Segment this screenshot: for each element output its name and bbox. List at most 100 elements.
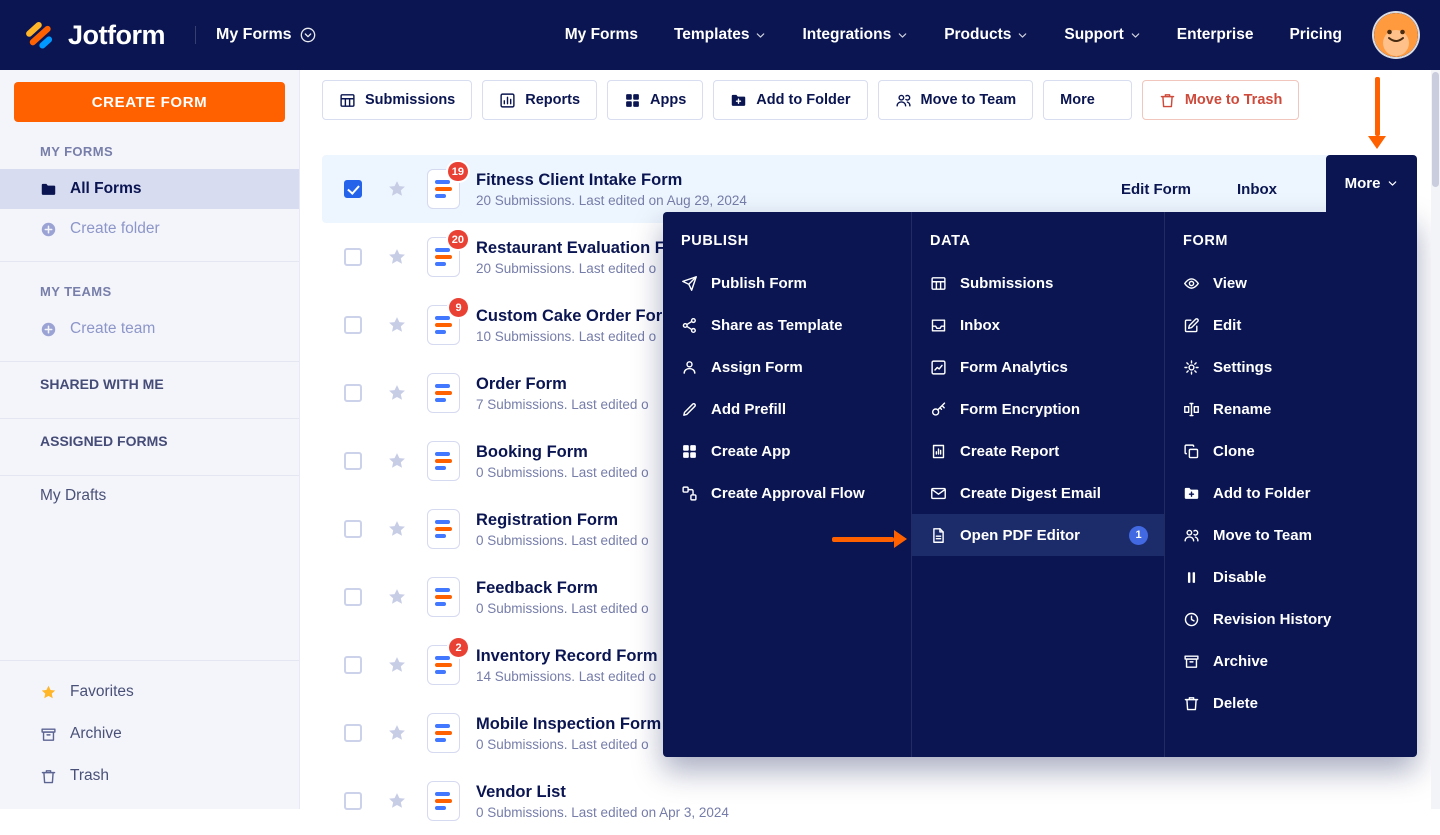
toolbar-add-to-folder-button[interactable]: Add to Folder <box>713 80 868 120</box>
menu-item-assign-form[interactable]: Assign Form <box>663 346 911 388</box>
edit-form-button[interactable]: Edit Form <box>1121 181 1191 198</box>
toolbar-apps-button[interactable]: Apps <box>607 80 704 120</box>
menu-item-rename[interactable]: Rename <box>1165 388 1417 430</box>
create-form-button[interactable]: CREATE FORM <box>14 82 285 122</box>
menu-item-archive[interactable]: Archive <box>1165 640 1417 682</box>
jotform-logo-icon[interactable] <box>24 18 58 52</box>
form-title[interactable]: Feedback Form <box>476 579 649 598</box>
menu-item-label: Revision History <box>1213 610 1332 628</box>
menu-item-move-to-team[interactable]: Move to Team <box>1165 514 1417 556</box>
menu-item-inbox[interactable]: Inbox <box>912 304 1164 346</box>
toolbar-button-label: Move to Team <box>920 92 1017 108</box>
workspace-switcher[interactable]: My Forms <box>195 26 316 44</box>
gear-icon <box>1183 359 1200 376</box>
logo-area: Jotform My Forms <box>0 18 316 52</box>
sidebar-item-all-forms[interactable]: All Forms <box>0 169 299 209</box>
menu-item-form-encryption[interactable]: Form Encryption <box>912 388 1164 430</box>
toolbar-move-to-trash-button[interactable]: Move to Trash <box>1141 80 1300 120</box>
nav-item-enterprise[interactable]: Enterprise <box>1177 26 1254 44</box>
sidebar-item-create-team[interactable]: Create team <box>0 309 299 349</box>
form-title[interactable]: Fitness Client Intake Form <box>476 171 747 190</box>
row-checkbox[interactable] <box>344 520 362 538</box>
menu-item-publish-form[interactable]: Publish Form <box>663 262 911 304</box>
toolbar-reports-button[interactable]: Reports <box>482 80 598 120</box>
favorite-star-icon[interactable] <box>387 587 407 607</box>
menu-item-label: Archive <box>1213 652 1269 670</box>
sidebar-item-trash[interactable]: Trash <box>0 755 299 797</box>
row-checkbox[interactable] <box>344 792 362 810</box>
user-avatar[interactable] <box>1374 13 1418 57</box>
row-checkbox[interactable] <box>344 384 362 402</box>
form-title[interactable]: Order Form <box>476 375 649 394</box>
menu-items: Submissions Inbox Form Analytics Form En… <box>912 262 1164 556</box>
menu-item-clone[interactable]: Clone <box>1165 430 1417 472</box>
row-checkbox[interactable] <box>344 248 362 266</box>
menu-item-create-approval-flow[interactable]: Create Approval Flow <box>663 472 911 514</box>
sidebar-item-favorites[interactable]: Favorites <box>0 671 299 713</box>
favorite-star-icon[interactable] <box>387 383 407 403</box>
nav-item-integrations[interactable]: Integrations <box>802 26 908 44</box>
favorite-star-icon[interactable] <box>387 519 407 539</box>
favorite-star-icon[interactable] <box>387 247 407 267</box>
row-checkbox[interactable] <box>344 724 362 742</box>
form-title[interactable]: Booking Form <box>476 443 649 462</box>
menu-item-add-to-folder[interactable]: Add to Folder <box>1165 472 1417 514</box>
menu-item-disable[interactable]: Disable <box>1165 556 1417 598</box>
sidebar-item-my-drafts[interactable]: My Drafts <box>0 476 299 516</box>
chevron-down-circle-icon <box>300 27 316 43</box>
form-title[interactable]: Vendor List <box>476 783 729 802</box>
form-title[interactable]: Inventory Record Form <box>476 647 658 666</box>
row-checkbox[interactable] <box>344 452 362 470</box>
more-label: More <box>1344 175 1381 192</box>
menu-item-create-app[interactable]: Create App <box>663 430 911 472</box>
archive-icon <box>40 726 57 743</box>
favorite-star-icon[interactable] <box>387 791 407 811</box>
row-checkbox[interactable] <box>344 316 362 334</box>
menu-item-label: Edit <box>1213 316 1242 334</box>
sidebar-item-archive[interactable]: Archive <box>0 713 299 755</box>
logo-wordmark[interactable]: Jotform <box>68 20 166 51</box>
nav-item-pricing[interactable]: Pricing <box>1289 26 1342 44</box>
sidebar-item-create-folder[interactable]: Create folder <box>0 209 299 249</box>
nav-item-support[interactable]: Support <box>1064 26 1140 44</box>
nav-item-my-forms[interactable]: My Forms <box>565 26 638 44</box>
scrollbar-thumb[interactable] <box>1432 72 1439 187</box>
menu-item-create-digest-email[interactable]: Create Digest Email <box>912 472 1164 514</box>
menu-item-create-report[interactable]: Create Report <box>912 430 1164 472</box>
sidebar-item-shared-with-me[interactable]: SHARED WITH ME <box>0 362 299 406</box>
toolbar-move-to-team-button[interactable]: Move to Team <box>877 80 1034 120</box>
favorite-star-icon[interactable] <box>387 655 407 675</box>
menu-item-form-analytics[interactable]: Form Analytics <box>912 346 1164 388</box>
row-checkbox[interactable] <box>344 180 362 198</box>
menu-item-add-prefill[interactable]: Add Prefill <box>663 388 911 430</box>
nav-item-templates[interactable]: Templates <box>674 26 767 44</box>
menu-item-submissions[interactable]: Submissions <box>912 262 1164 304</box>
user-icon <box>681 359 698 376</box>
menu-item-open-pdf-editor[interactable]: Open PDF Editor 1 <box>912 514 1164 556</box>
form-title[interactable]: Registration Form <box>476 511 649 530</box>
menu-item-revision-history[interactable]: Revision History <box>1165 598 1417 640</box>
inbox-button[interactable]: Inbox <box>1237 181 1277 198</box>
toolbar-submissions-button[interactable]: Submissions <box>322 80 473 120</box>
favorite-star-icon[interactable] <box>387 723 407 743</box>
menu-item-view[interactable]: View <box>1165 262 1417 304</box>
trash-label: Trash <box>70 767 110 784</box>
menu-item-share-as-template[interactable]: Share as Template <box>663 304 911 346</box>
row-more-button[interactable]: More <box>1326 155 1417 212</box>
form-title[interactable]: Custom Cake Order Form <box>476 307 677 326</box>
nav-item-products[interactable]: Products <box>944 26 1028 44</box>
favorite-star-icon[interactable] <box>387 179 407 199</box>
menu-item-edit[interactable]: Edit <box>1165 304 1417 346</box>
row-checkbox[interactable] <box>344 588 362 606</box>
menu-item-settings[interactable]: Settings <box>1165 346 1417 388</box>
sidebar-item-assigned-forms[interactable]: ASSIGNED FORMS <box>0 419 299 463</box>
menu-item-delete[interactable]: Delete <box>1165 682 1417 724</box>
form-list-row[interactable]: Vendor List 0 Submissions. Last edited o… <box>322 767 1417 835</box>
favorite-star-icon[interactable] <box>387 315 407 335</box>
pause-icon <box>1183 569 1200 586</box>
form-title[interactable]: Mobile Inspection Form <box>476 715 661 734</box>
page-scrollbar[interactable] <box>1431 70 1440 809</box>
toolbar-more-button[interactable]: More <box>1043 80 1132 120</box>
row-checkbox[interactable] <box>344 656 362 674</box>
favorite-star-icon[interactable] <box>387 451 407 471</box>
